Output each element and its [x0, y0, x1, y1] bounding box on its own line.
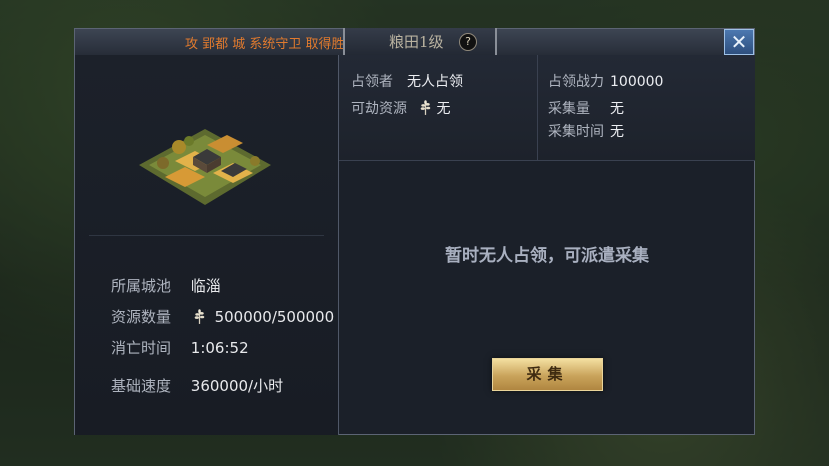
help-icon[interactable]: ? [459, 33, 477, 51]
info-row-speed: 基础速度 360000/小时 [111, 375, 283, 396]
row-value: 360000/小时 [190, 377, 284, 395]
occupier-value: 无人占领 [407, 74, 463, 90]
power-field: 占领战力 100000 [548, 71, 663, 91]
occupation-info: 占领者 无人占领 可劫资源 无 占领战力 100000 采集量无 采集时间无 [339, 55, 755, 161]
row-value: 500000/500000 [214, 308, 335, 326]
gather-time-field: 采集时间无 [548, 121, 624, 141]
power-label: 占领战力 [548, 74, 604, 90]
farm-info-dialog: 攻 郢都 城 系统守卫 取得胜利 粮田1级 ? ✕ 所属城池 临淄 资源数量 5… [74, 28, 755, 435]
gather-amount-field: 采集量 无 [548, 98, 624, 118]
row-label: 消亡时间 [111, 339, 172, 357]
info-row-city: 所属城池 临淄 [111, 275, 221, 296]
info-divider [537, 55, 538, 160]
gather-time-value: 无 [610, 124, 624, 140]
close-icon: ✕ [730, 30, 748, 54]
status-message: 暂时无人占领，可派遣采集 [445, 246, 649, 266]
lootable-value: 无 [436, 101, 451, 117]
farm-image [139, 129, 271, 205]
grain-icon [194, 309, 205, 324]
info-row-resource: 资源数量 500000/500000 [111, 306, 334, 327]
lootable-field: 可劫资源 无 [351, 98, 450, 118]
left-panel: 所属城池 临淄 资源数量 500000/500000 消亡时间 1:06:52 … [75, 55, 339, 435]
occupier-field: 占领者 无人占领 [351, 71, 463, 91]
power-value: 100000 [610, 74, 664, 90]
title-plate: 粮田1级 ? [343, 28, 497, 56]
row-value: 临淄 [190, 277, 221, 295]
dialog-title: 粮田1级 [389, 33, 444, 51]
row-label: 所属城池 [111, 277, 172, 295]
dialog-header: 攻 郢都 城 系统守卫 取得胜利 粮田1级 ? ✕ [75, 28, 754, 56]
row-label: 基础速度 [111, 377, 172, 395]
gather-amount-value: 无 [610, 101, 624, 117]
left-divider [89, 235, 324, 236]
gather-amount-label: 采集量 [548, 101, 590, 117]
lootable-label: 可劫资源 [351, 101, 407, 117]
gather-time-label: 采集时间 [548, 124, 604, 140]
occupier-label: 占领者 [351, 74, 393, 90]
info-row-expire: 消亡时间 1:06:52 [111, 337, 249, 358]
close-button[interactable]: ✕ [724, 29, 754, 55]
row-label: 资源数量 [111, 308, 172, 326]
system-marquee: 攻 郢都 城 系统守卫 取得胜利 [185, 37, 358, 52]
collect-button[interactable]: 采集 [492, 358, 603, 391]
row-value: 1:06:52 [190, 339, 249, 357]
grain-icon [421, 100, 431, 115]
